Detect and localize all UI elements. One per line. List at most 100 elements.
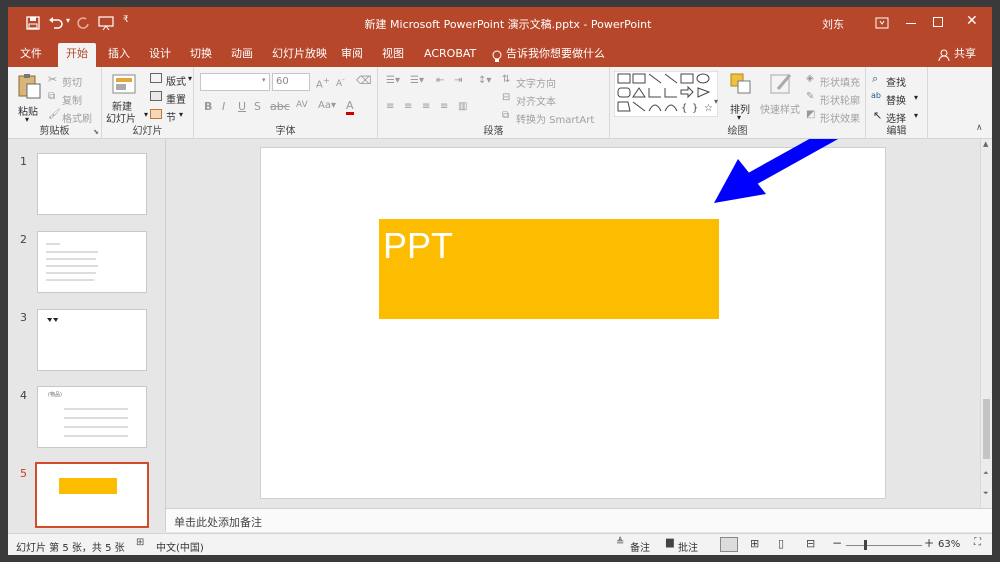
shape-fill-icon[interactable]: ◈ — [806, 73, 814, 84]
font-name-dropdown-icon[interactable]: ▾ — [262, 76, 266, 84]
reading-view-icon[interactable]: ▯ — [778, 537, 784, 550]
shadow-icon[interactable]: S — [254, 100, 261, 113]
char-spacing-icon[interactable]: AV — [296, 100, 308, 110]
shapes-more-icon[interactable]: ▾ — [714, 97, 718, 106]
font-size-input[interactable]: 60 — [272, 73, 310, 91]
tab-animations[interactable]: 动画 — [223, 43, 261, 67]
align-center-icon[interactable]: ≡ — [404, 101, 412, 112]
align-left-icon[interactable]: ≡ — [386, 101, 394, 112]
tab-transitions[interactable]: 切换 — [182, 43, 220, 67]
replace-icon[interactable]: ab — [871, 91, 881, 100]
tab-design[interactable]: 设计 — [141, 43, 179, 67]
shrink-font-icon[interactable]: A- — [336, 75, 345, 89]
zoom-slider-thumb[interactable] — [864, 540, 867, 550]
quick-styles-button[interactable]: 快速样式 — [760, 101, 800, 116]
columns-icon[interactable]: ▥ — [458, 101, 467, 112]
reset-button[interactable]: 重置 — [166, 91, 186, 106]
font-name-input[interactable] — [200, 73, 270, 91]
format-painter-icon[interactable]: 🖌 — [48, 109, 61, 120]
undo-dropdown-icon[interactable]: ▾ — [66, 16, 70, 25]
comments-button[interactable]: 批注 — [678, 539, 698, 554]
slide-thumb-5-selected[interactable] — [35, 462, 149, 528]
layout-dropdown-icon[interactable]: ▾ — [188, 74, 192, 83]
slide-thumb-3[interactable] — [37, 309, 147, 371]
zoom-slider[interactable] — [846, 545, 922, 546]
customize-toolbar-icon[interactable]: ₹ — [123, 15, 129, 25]
new-slide-icon[interactable] — [112, 72, 138, 96]
present-icon[interactable] — [98, 15, 114, 31]
comments-icon[interactable]: ▆ — [666, 537, 674, 548]
change-case-icon[interactable]: Aa▾ — [318, 100, 336, 111]
slide-thumb-2[interactable] — [37, 231, 147, 293]
slideshow-view-icon[interactable]: ⊟ — [806, 537, 815, 550]
align-text-button[interactable]: 对齐文本 — [516, 93, 556, 108]
slide-thumb-1[interactable] — [37, 153, 147, 215]
spell-check-icon[interactable]: ⊞ — [136, 537, 144, 548]
share-button[interactable]: 共享 — [946, 43, 984, 67]
cut-button[interactable]: 剪切 — [62, 74, 82, 89]
justify-icon[interactable]: ≡ — [440, 101, 448, 112]
smartart-icon[interactable]: ⧉ — [502, 110, 509, 121]
collapse-ribbon-icon[interactable]: ∧ — [976, 123, 983, 133]
reset-icon[interactable] — [150, 91, 162, 101]
cut-icon[interactable]: ✂ — [48, 73, 57, 86]
shape-effects-icon[interactable]: ◩ — [806, 109, 815, 120]
ribbon-display-icon[interactable] — [875, 17, 889, 29]
tab-home[interactable]: 开始 — [58, 43, 96, 67]
maximize-button[interactable] — [933, 17, 943, 27]
normal-view-button[interactable] — [720, 537, 738, 552]
new-slide-dropdown-icon[interactable]: ▾ — [144, 110, 148, 119]
close-button[interactable]: ✕ — [966, 13, 978, 29]
layout-button[interactable]: 版式 — [166, 73, 186, 88]
bullets-icon[interactable]: ☰▾ — [386, 75, 400, 86]
find-button[interactable]: 查找 — [886, 74, 906, 89]
clipboard-launcher-icon[interactable]: ⬊ — [93, 128, 99, 136]
notes-placeholder[interactable]: 单击此处添加备注 — [174, 514, 262, 530]
notes-icon[interactable]: ≜ — [616, 537, 624, 548]
find-icon[interactable]: ⌕ — [872, 72, 878, 86]
user-name[interactable]: 刘东 — [822, 16, 844, 32]
notes-button[interactable]: 备注 — [630, 539, 650, 554]
grow-font-icon[interactable]: A+ — [316, 75, 330, 90]
shapes-gallery[interactable]: { } ☆ — [614, 71, 718, 117]
section-dropdown-icon[interactable]: ▾ — [179, 110, 183, 119]
zoom-level[interactable]: 63% — [938, 539, 960, 550]
fit-to-window-icon[interactable]: ⛶ — [974, 537, 981, 548]
notes-pane[interactable]: 单击此处添加备注 — [166, 508, 992, 532]
increase-indent-icon[interactable]: ⇥ — [454, 75, 462, 86]
minimize-button[interactable] — [906, 23, 916, 24]
replace-button[interactable]: 替换 — [886, 92, 906, 107]
bold-icon[interactable]: B — [204, 100, 212, 113]
italic-icon[interactable]: I — [222, 100, 225, 113]
decrease-indent-icon[interactable]: ⇤ — [436, 75, 444, 86]
tab-file[interactable]: 文件 — [12, 43, 50, 67]
tab-insert[interactable]: 插入 — [100, 43, 138, 67]
align-text-icon[interactable]: ⊟ — [502, 92, 510, 103]
paste-icon[interactable] — [16, 72, 42, 100]
copy-icon[interactable]: ⧉ — [48, 91, 55, 102]
strikethrough-icon[interactable]: abc — [270, 100, 290, 113]
underline-icon[interactable]: U — [238, 100, 246, 113]
select-dropdown-icon[interactable]: ▾ — [914, 111, 918, 120]
save-icon[interactable] — [26, 16, 40, 30]
shape-outline-button[interactable]: 形状轮廓 — [820, 92, 860, 107]
text-direction-icon[interactable]: ⇅ — [502, 74, 510, 85]
tab-slideshow[interactable]: 幻灯片放映 — [264, 43, 335, 67]
line-spacing-icon[interactable]: ↕▾ — [478, 75, 491, 86]
shape-outline-icon[interactable]: ✎ — [806, 91, 814, 102]
redo-icon[interactable] — [76, 16, 90, 30]
copy-button[interactable]: 复制 — [62, 92, 82, 107]
zoom-out-icon[interactable]: − — [832, 536, 842, 550]
replace-dropdown-icon[interactable]: ▾ — [914, 93, 918, 102]
section-icon[interactable] — [150, 109, 162, 119]
zoom-in-icon[interactable]: + — [924, 536, 934, 550]
quick-styles-icon[interactable] — [770, 73, 794, 95]
language-indicator[interactable]: 中文(中国) — [156, 539, 204, 554]
slide-thumb-4[interactable]: (物品) — [37, 386, 147, 448]
font-color-icon[interactable]: A — [346, 99, 354, 115]
tab-acrobat[interactable]: ACROBAT — [416, 43, 484, 67]
numbering-icon[interactable]: ☰▾ — [410, 75, 424, 86]
arrange-dropdown-icon[interactable]: ▾ — [737, 113, 741, 122]
slide-sorter-icon[interactable]: ⊞ — [750, 537, 759, 550]
arrange-icon[interactable] — [730, 73, 752, 95]
